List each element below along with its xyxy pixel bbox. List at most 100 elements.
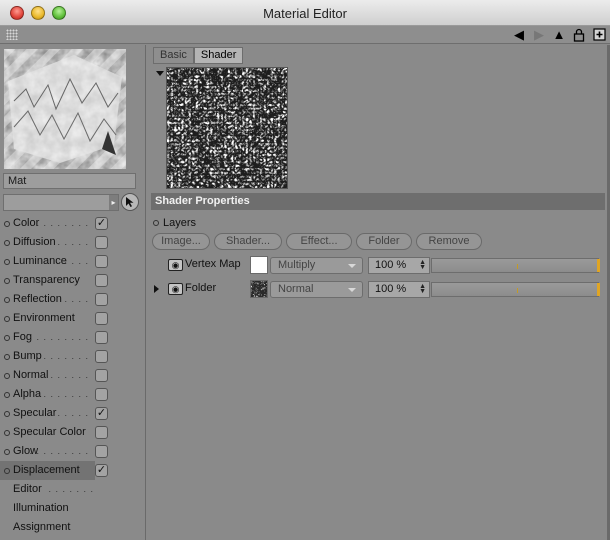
channel-checkbox[interactable]: ✓	[95, 407, 108, 420]
layer-thumbnail	[250, 280, 268, 298]
forward-arrow-icon[interactable]: ▶	[532, 28, 546, 42]
channel-item-transparency[interactable]: Transparency	[0, 271, 146, 290]
channel-item-displacement[interactable]: Displacement ✓	[0, 461, 108, 480]
tab-basic[interactable]: Basic	[153, 47, 194, 64]
material-sidebar: Mat ▸ Color. . . . . . . . ✓ Diffusion. . …	[0, 45, 146, 540]
dot-leader: . . . . . . . .	[36, 389, 89, 399]
path-expand-button[interactable]: ▸	[109, 195, 118, 210]
channel-item-assignment[interactable]: Assignment	[0, 518, 146, 537]
pick-object-button[interactable]	[121, 193, 139, 211]
dot-leader: . . . . .	[57, 408, 89, 418]
channel-item-color[interactable]: Color. . . . . . . . ✓	[0, 214, 146, 233]
animation-dot-icon[interactable]	[153, 220, 159, 226]
channel-label: Color	[13, 217, 40, 229]
slider-knob[interactable]	[597, 283, 600, 296]
channel-item-fog[interactable]: Fog. . . . . . . . . .	[0, 328, 146, 347]
animation-dot-icon[interactable]	[4, 240, 10, 246]
channel-checkbox[interactable]	[95, 426, 108, 439]
opacity-input[interactable]: 100 % ▲ ▼	[368, 281, 430, 298]
opacity-value: 100 %	[375, 283, 407, 295]
channel-item-luminance[interactable]: Luminance. . . .	[0, 252, 146, 271]
attribute-panel: Basic Shader Shader Properties Layers Ima…	[148, 45, 608, 540]
channel-checkbox[interactable]	[95, 445, 108, 458]
image-button[interactable]: Image...	[152, 233, 210, 250]
animation-dot-icon[interactable]	[4, 373, 10, 379]
channel-item-diffusion[interactable]: Diffusion. . . . .	[0, 233, 146, 252]
channel-item-normal[interactable]: Normal. . . . . . .	[0, 366, 146, 385]
channel-list: Color. . . . . . . . ✓ Diffusion. . . . .L…	[0, 214, 146, 537]
slider-midpoint-tick	[517, 264, 518, 269]
folder-button[interactable]: Folder	[356, 233, 412, 250]
channel-checkbox[interactable]	[95, 293, 108, 306]
lock-icon[interactable]	[572, 28, 586, 42]
channel-checkbox[interactable]	[95, 312, 108, 325]
channel-checkbox[interactable]	[95, 350, 108, 363]
channel-item-editor[interactable]: Editor . . . . . . .	[0, 480, 146, 499]
tab-shader[interactable]: Shader	[193, 47, 244, 64]
shader-preview	[166, 67, 288, 189]
channel-item-bump[interactable]: Bump. . . . . . . .	[0, 347, 146, 366]
channel-label: Transparency	[13, 274, 80, 286]
remove-button[interactable]: Remove	[416, 233, 482, 250]
cursor-up-icon[interactable]: ▲	[552, 28, 566, 42]
opacity-slider[interactable]	[431, 258, 600, 273]
grip-handle-icon[interactable]	[6, 29, 18, 40]
blend-mode-dropdown[interactable]: Normal	[270, 281, 363, 298]
material-path-field[interactable]: ▸	[3, 194, 119, 211]
channel-item-specular-color[interactable]: Specular Color	[0, 423, 146, 442]
channel-label: Environment	[13, 312, 75, 324]
channel-checkbox[interactable]	[95, 255, 108, 268]
shader-layer-row[interactable]: ◉ Vertex Map Multiply 100 % ▲ ▼	[154, 256, 602, 276]
expand-arrow-icon[interactable]	[154, 285, 159, 293]
animation-dot-icon[interactable]	[4, 316, 10, 322]
shader-button[interactable]: Shader...	[214, 233, 282, 250]
channel-checkbox[interactable]: ✓	[95, 217, 108, 230]
new-window-icon[interactable]	[592, 28, 606, 42]
section-header-shader-properties[interactable]: Shader Properties	[151, 193, 605, 210]
dot-leader: . . . . .	[57, 237, 89, 247]
spinner-arrows-icon[interactable]: ▲ ▼	[419, 259, 426, 271]
animation-dot-icon[interactable]	[4, 221, 10, 227]
animation-dot-icon[interactable]	[4, 392, 10, 398]
animation-dot-icon[interactable]	[4, 354, 10, 360]
channel-label: Specular	[13, 407, 57, 419]
channel-item-alpha[interactable]: Alpha. . . . . . . .	[0, 385, 146, 404]
channel-item-specular[interactable]: Specular. . . . . ✓	[0, 404, 146, 423]
channel-checkbox[interactable]	[95, 388, 108, 401]
channel-item-environment[interactable]: Environment	[0, 309, 146, 328]
shader-layer-row[interactable]: ◉ Folder Normal 100 % ▲ ▼	[154, 280, 602, 300]
tab-bar: Basic Shader	[153, 47, 244, 64]
dot-leader: . . . . . . .	[43, 370, 89, 380]
channel-checkbox[interactable]	[95, 274, 108, 287]
animation-dot-icon[interactable]	[4, 411, 10, 417]
channel-checkbox[interactable]	[95, 369, 108, 382]
channel-checkbox[interactable]	[95, 236, 108, 249]
spinner-arrows-icon[interactable]: ▲ ▼	[419, 283, 426, 295]
channel-item-illumination[interactable]: Illumination	[0, 499, 146, 518]
material-name-field[interactable]: Mat	[3, 173, 136, 189]
channel-checkbox[interactable]	[95, 331, 108, 344]
animation-dot-icon[interactable]	[4, 335, 10, 341]
eye-visibility-icon[interactable]: ◉	[168, 283, 183, 295]
dot-leader: . . . . . . .	[48, 484, 94, 494]
channel-label: Reflection	[13, 293, 62, 305]
animation-dot-icon[interactable]	[4, 449, 10, 455]
back-arrow-icon[interactable]: ◀	[512, 28, 526, 42]
eye-visibility-icon[interactable]: ◉	[168, 259, 183, 271]
animation-dot-icon[interactable]	[4, 430, 10, 436]
channel-item-glow[interactable]: Glow. . . . . . . . .	[0, 442, 146, 461]
animation-dot-icon[interactable]	[4, 259, 10, 265]
opacity-input[interactable]: 100 % ▲ ▼	[368, 257, 430, 274]
title-bar: Material Editor	[0, 0, 610, 26]
animation-dot-icon[interactable]	[4, 468, 10, 474]
slider-knob[interactable]	[597, 259, 600, 272]
channel-item-reflection[interactable]: Reflection. . . .	[0, 290, 146, 309]
material-preview[interactable]	[4, 49, 126, 169]
animation-dot-icon[interactable]	[4, 278, 10, 284]
animation-dot-icon[interactable]	[4, 297, 10, 303]
effect-button[interactable]: Effect...	[286, 233, 352, 250]
opacity-slider[interactable]	[431, 282, 600, 297]
collapse-preview-icon[interactable]	[156, 71, 164, 76]
channel-checkbox[interactable]: ✓	[95, 464, 108, 477]
blend-mode-dropdown[interactable]: Multiply	[270, 257, 363, 274]
